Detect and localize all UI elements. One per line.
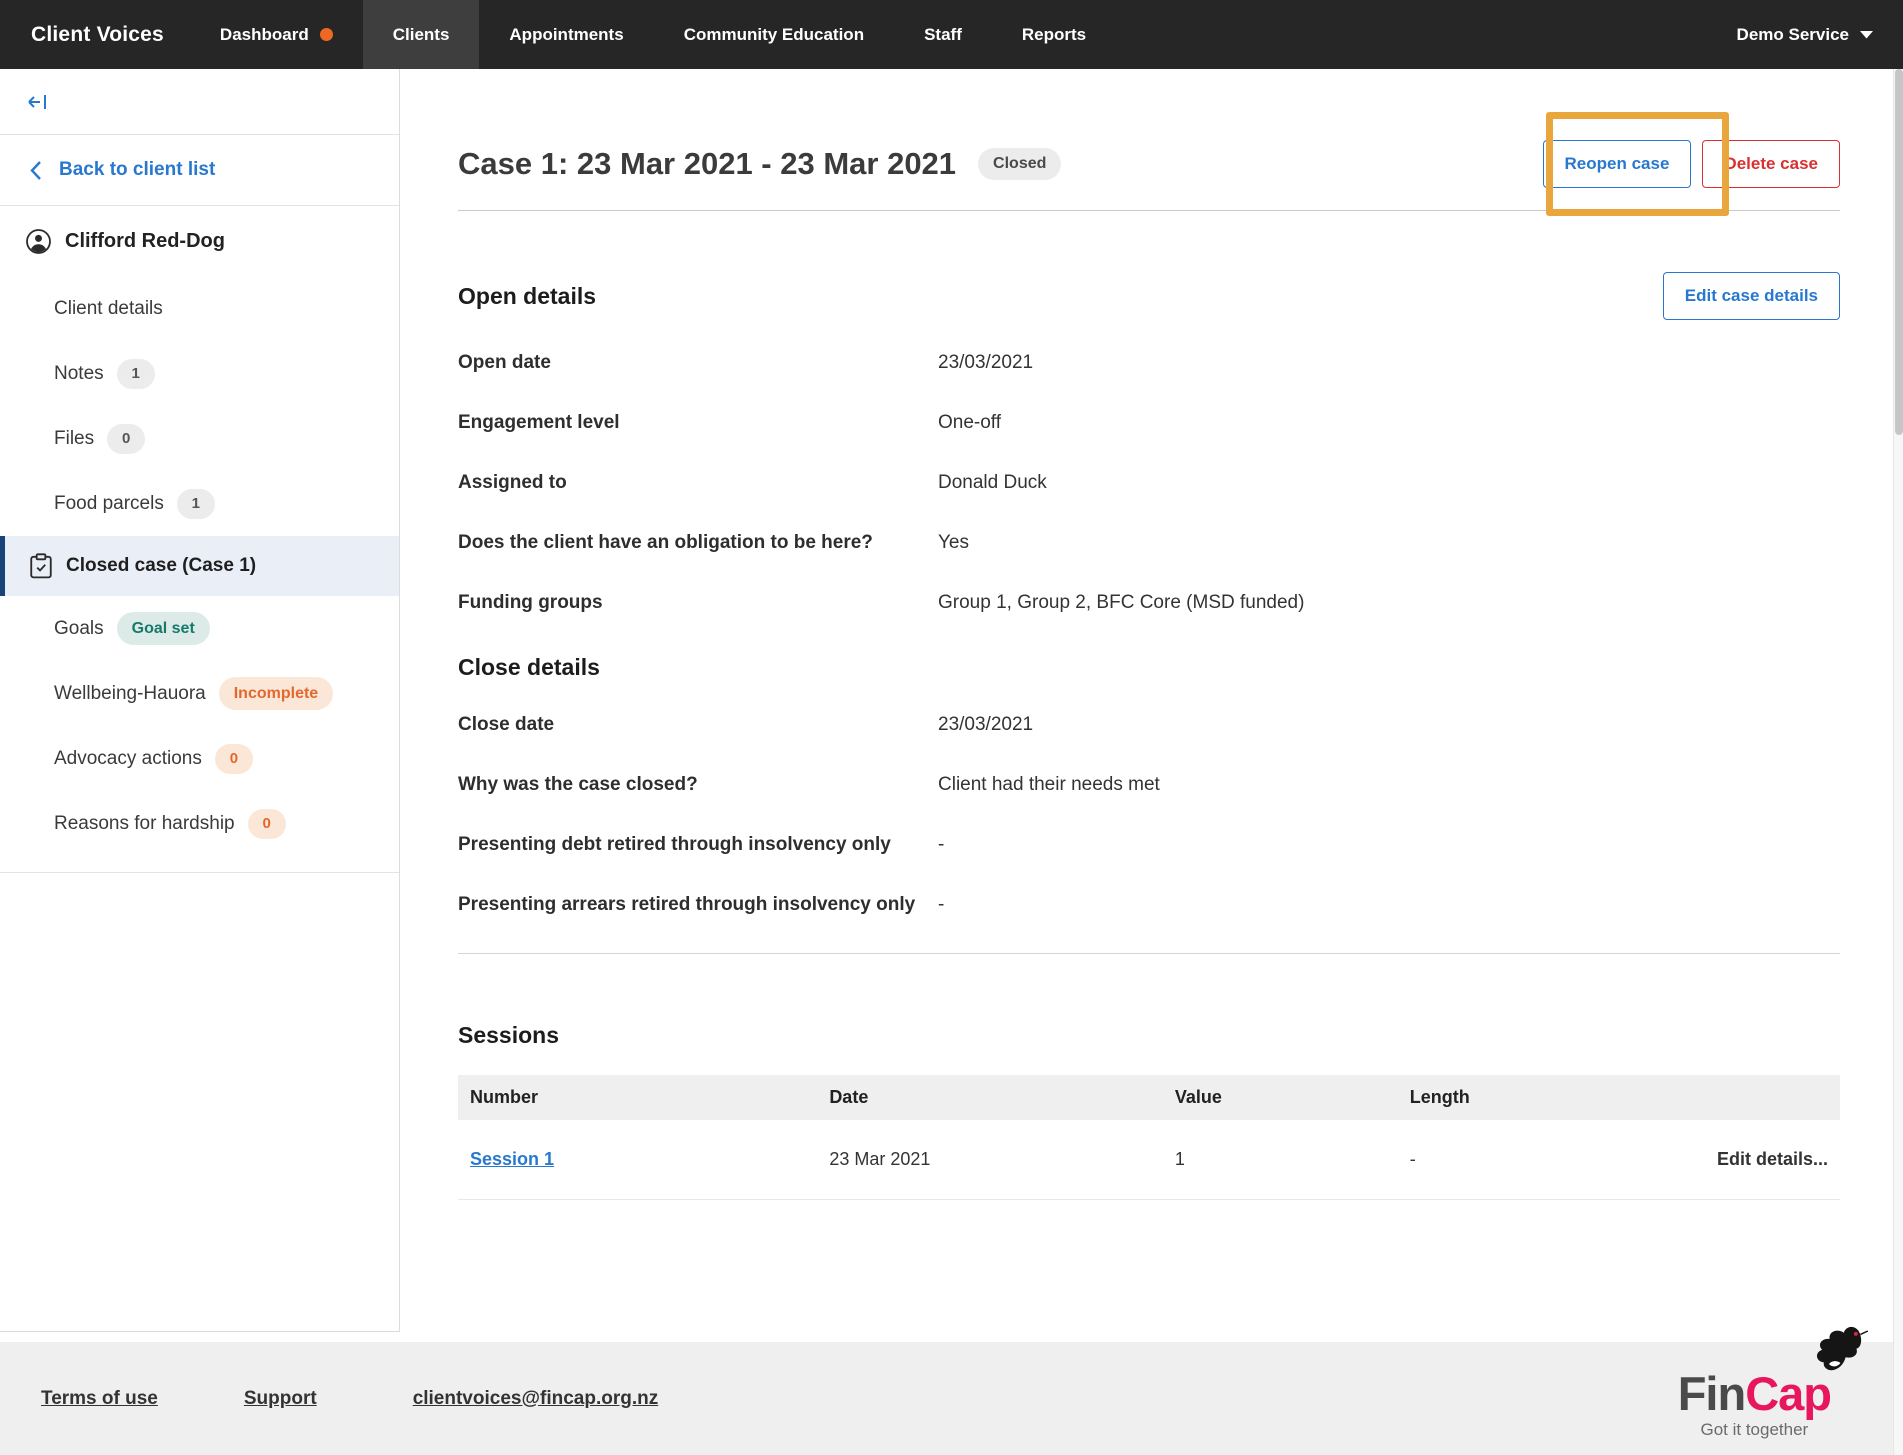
- footer: Terms of use Support clientvoices@fincap…: [0, 1326, 1903, 1455]
- reopen-case-button[interactable]: Reopen case: [1542, 140, 1692, 188]
- app-window: Client Voices Dashboard Clients Appointm…: [0, 0, 1903, 1455]
- page-title: Case 1: 23 Mar 2021 - 23 Mar 2021: [458, 146, 957, 181]
- count-badge: 1: [116, 358, 155, 389]
- col-length: Length: [1397, 1075, 1647, 1120]
- sidebar-item-closed-case[interactable]: Closed case (Case 1): [0, 536, 399, 596]
- notification-dot: [319, 28, 333, 41]
- fincap-tagline: Got it together: [1700, 1419, 1809, 1439]
- detail-row: Why was the case closed? Client had thei…: [458, 774, 1160, 795]
- count-badge: 0: [214, 743, 253, 774]
- app-title: Client Voices: [31, 22, 164, 46]
- col-actions: [1646, 1075, 1840, 1120]
- detail-row: Close date 23/03/2021: [458, 714, 1034, 735]
- sidebar-item-label: Reasons for hardship: [54, 812, 235, 834]
- detail-row: Assigned to Donald Duck: [458, 472, 1047, 493]
- col-value: Value: [1162, 1075, 1398, 1120]
- top-nav: Client Voices Dashboard Clients Appointm…: [0, 0, 1903, 69]
- delete-case-button[interactable]: Delete case: [1702, 140, 1840, 188]
- open-details-heading: Open details: [458, 283, 597, 309]
- detail-row: Engagement level One-off: [458, 412, 1002, 433]
- detail-row: Presenting debt retired through insolven…: [458, 834, 945, 855]
- back-to-client-list-link[interactable]: Back to client list: [0, 135, 399, 206]
- sidebar: Back to client list Clifford Red-Dog Cli…: [0, 69, 400, 1332]
- title-divider: [458, 210, 1840, 211]
- session-link[interactable]: Session 1: [470, 1149, 554, 1169]
- sidebar-item-label: Wellbeing-Hauora: [54, 682, 206, 704]
- detail-row: Funding groups Group 1, Group 2, BFC Cor…: [458, 592, 1305, 613]
- client-name: Clifford Red-Dog: [65, 229, 225, 252]
- nav-staff[interactable]: Staff: [894, 0, 992, 69]
- col-number: Number: [458, 1075, 818, 1120]
- open-details-list: Open date 23/03/2021 Engagement level On…: [458, 351, 1840, 614]
- detail-row: Does the client have an obligation to be…: [458, 532, 969, 553]
- nav-dashboard-label: Dashboard: [219, 24, 309, 44]
- sidebar-item-files[interactable]: Files 0: [0, 406, 399, 471]
- count-badge: 1: [176, 488, 215, 519]
- sidebar-item-food-parcels[interactable]: Food parcels 1: [0, 471, 399, 536]
- sessions-heading: Sessions: [458, 1022, 559, 1048]
- session-value: 1: [1162, 1120, 1398, 1200]
- chevron-left-icon: [30, 160, 41, 180]
- status-badge: Goal set: [116, 612, 210, 645]
- status-badge: Incomplete: [218, 677, 334, 710]
- sidebar-item-label: Notes: [54, 362, 104, 384]
- session-date: 23 Mar 2021: [817, 1120, 1163, 1200]
- person-icon: [26, 228, 51, 254]
- service-name: Demo Service: [1736, 24, 1849, 44]
- session-length: -: [1397, 1120, 1647, 1200]
- client-name-header: Clifford Red-Dog: [0, 206, 399, 276]
- nav-appointments[interactable]: Appointments: [479, 0, 653, 69]
- fincap-logo: FinCap Got it together: [1678, 1326, 1869, 1440]
- sidebar-item-label: Advocacy actions: [54, 747, 202, 769]
- close-details-heading: Close details: [458, 654, 600, 680]
- clipboard-check-icon: [29, 553, 53, 579]
- detail-row: Open date 23/03/2021: [458, 352, 1034, 373]
- content-area: Back to client list Clifford Red-Dog Cli…: [0, 69, 1903, 1342]
- nav-reports[interactable]: Reports: [992, 0, 1116, 69]
- tui-bird-icon: [1816, 1326, 1869, 1370]
- nav-clients[interactable]: Clients: [362, 0, 480, 69]
- support-link[interactable]: Support: [244, 1388, 317, 1410]
- sidebar-item-label: Goals: [54, 617, 104, 639]
- edit-details-link[interactable]: Edit details...: [1646, 1120, 1840, 1200]
- sidebar-item-label: Files: [54, 427, 95, 449]
- sidebar-item-label: Food parcels: [54, 492, 164, 514]
- count-badge: 0: [107, 423, 146, 454]
- table-row: Session 1 23 Mar 2021 1 - Edit details..…: [458, 1120, 1840, 1200]
- sidebar-item-client-details[interactable]: Client details: [0, 276, 399, 341]
- scrollbar-track[interactable]: [1893, 69, 1903, 1455]
- nav-community-education[interactable]: Community Education: [654, 0, 894, 69]
- sidebar-item-notes[interactable]: Notes 1: [0, 341, 399, 406]
- detail-row: Presenting arrears retired through insol…: [458, 894, 945, 915]
- sidebar-item-label: Client details: [54, 297, 163, 319]
- caret-down-icon: [1860, 30, 1873, 38]
- col-date: Date: [817, 1075, 1163, 1120]
- scrollbar-thumb[interactable]: [1895, 69, 1903, 435]
- sidebar-item-goals[interactable]: Goals Goal set: [0, 596, 399, 661]
- sidebar-item-wellbeing-hauora[interactable]: Wellbeing-Hauora Incomplete: [0, 661, 399, 726]
- count-badge: 0: [247, 808, 286, 839]
- section-divider: [458, 953, 1840, 954]
- contact-email-link[interactable]: clientvoices@fincap.org.nz: [413, 1388, 659, 1410]
- sessions-header-row: Number Date Value Length: [458, 1075, 1840, 1120]
- back-label: Back to client list: [59, 159, 216, 180]
- sidebar-item-advocacy-actions[interactable]: Advocacy actions 0: [0, 726, 399, 791]
- collapse-sidebar-button[interactable]: [0, 69, 399, 135]
- collapse-sidebar-icon: [28, 94, 46, 109]
- close-details-list: Close date 23/03/2021 Why was the case c…: [458, 713, 1840, 916]
- terms-of-use-link[interactable]: Terms of use: [41, 1388, 158, 1410]
- nav-dashboard[interactable]: Dashboard: [190, 0, 363, 69]
- case-status-badge: Closed: [978, 148, 1062, 180]
- sidebar-divider: [0, 872, 399, 873]
- edit-case-details-button[interactable]: Edit case details: [1662, 272, 1840, 320]
- sidebar-item-reasons-for-hardship[interactable]: Reasons for hardship 0: [0, 791, 399, 856]
- sessions-table: Number Date Value Length Session 1 23 Ma…: [458, 1075, 1840, 1200]
- case-detail-panel: Case 1: 23 Mar 2021 - 23 Mar 2021 Closed…: [400, 69, 1903, 1200]
- service-selector[interactable]: Demo Service: [1717, 0, 1903, 69]
- sidebar-item-label: Closed case (Case 1): [66, 555, 257, 576]
